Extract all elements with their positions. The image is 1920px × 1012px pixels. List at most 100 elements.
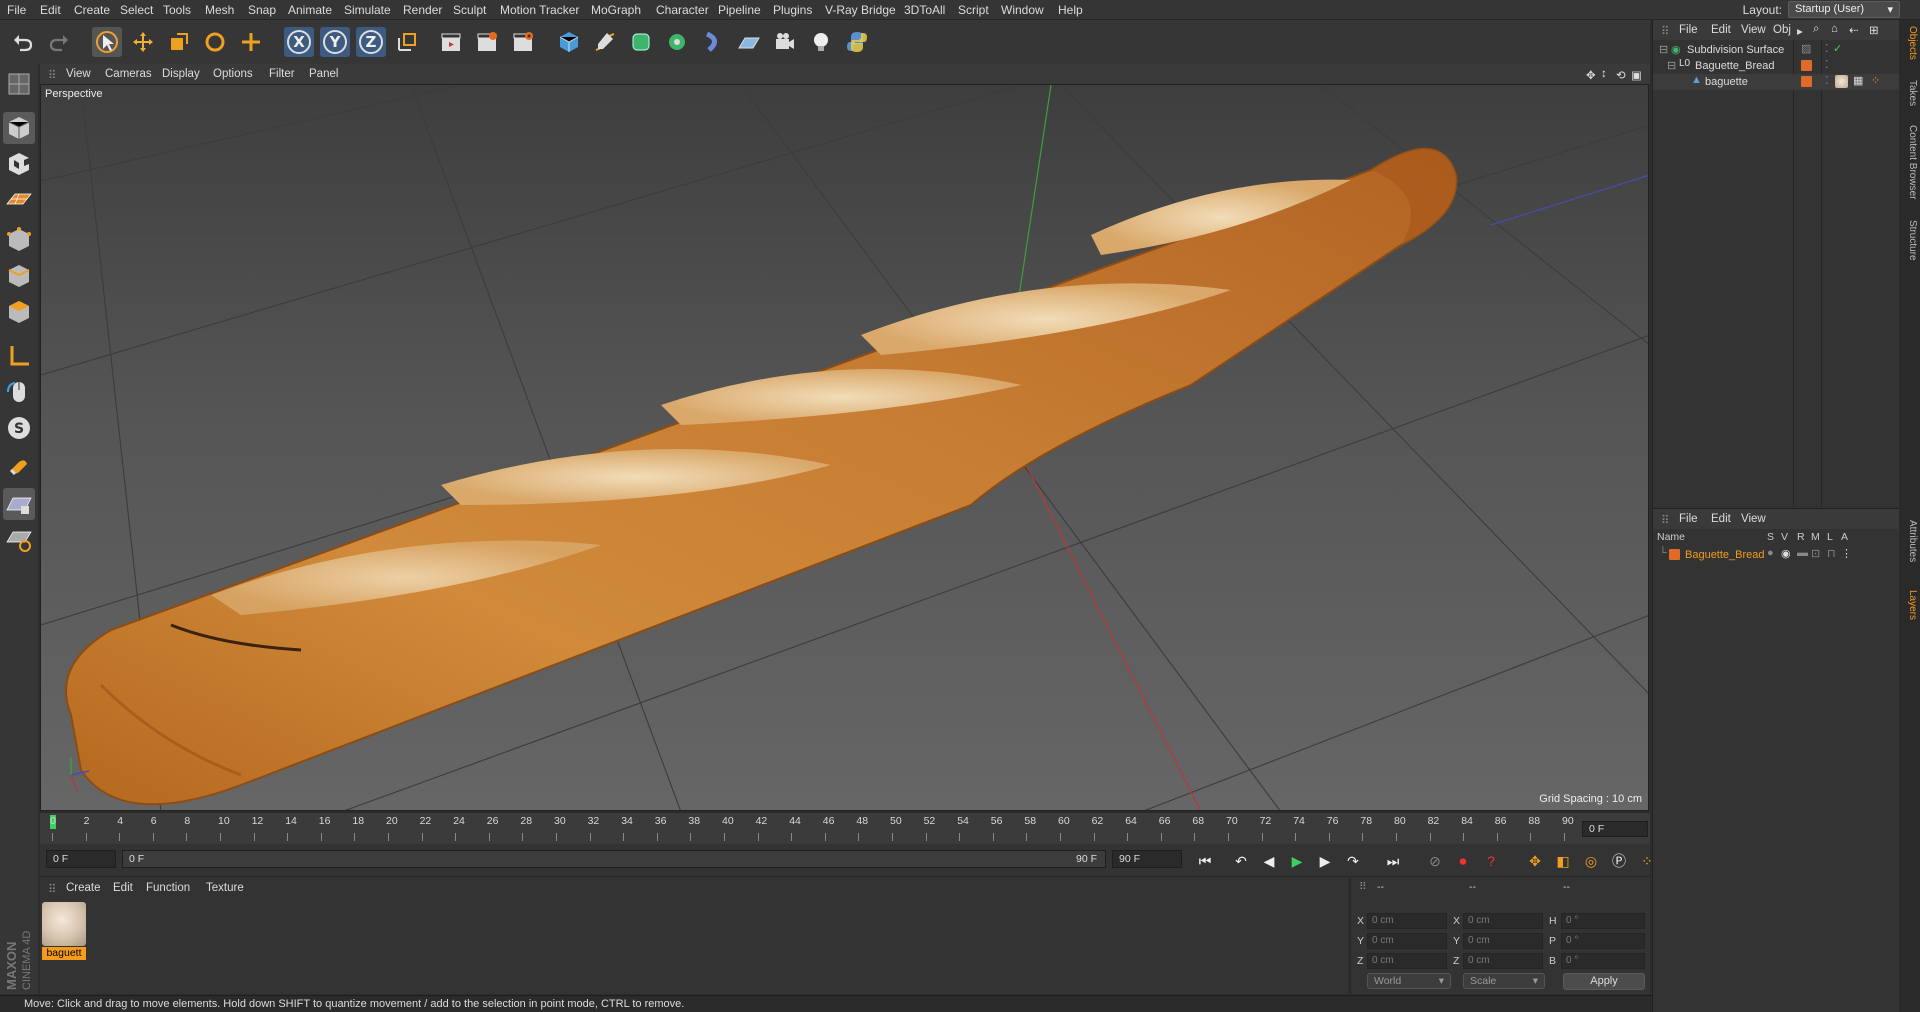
layer-color-swatch[interactable] (1669, 549, 1680, 560)
size-z-field[interactable]: 0 cm (1463, 953, 1543, 969)
layer-menu-view[interactable]: View (1741, 513, 1766, 525)
object-menu-edit[interactable]: Edit (1711, 24, 1731, 36)
viewport-menu-options[interactable]: Options (213, 68, 253, 80)
object-menu-obj[interactable]: Obj (1773, 24, 1791, 36)
enable-snapping-button[interactable] (3, 452, 35, 484)
maximize-view-icon[interactable]: ▣ (1631, 68, 1642, 82)
menu-help[interactable]: Help (1058, 3, 1083, 17)
render-clapper-icon[interactable]: ▬ (1797, 547, 1808, 559)
menu-tools[interactable]: Tools (163, 3, 191, 17)
material-thumbnail[interactable] (42, 902, 86, 946)
tweak-mode-button[interactable] (3, 376, 35, 408)
menu-vray-bridge[interactable]: V-Ray Bridge (825, 3, 896, 17)
menu-animate[interactable]: Animate (288, 3, 332, 17)
light-button[interactable] (806, 27, 836, 57)
scale-tool-button[interactable] (164, 27, 194, 57)
viewport-menu-filter[interactable]: Filter (269, 68, 295, 80)
current-frame-field[interactable]: 0 F (1582, 821, 1648, 837)
model-mode-button[interactable] (3, 112, 35, 144)
autokeying-button[interactable]: ⏺ (1452, 850, 1474, 872)
x-axis-lock-button[interactable]: X (284, 27, 314, 57)
pos-z-field[interactable]: 0 cm (1367, 953, 1447, 969)
record-scale-button[interactable]: ◧ (1552, 850, 1574, 872)
coordinate-mode-dropdown[interactable]: World ▾ (1367, 973, 1451, 989)
new-window-icon[interactable]: ⊞ (1869, 23, 1879, 37)
go-to-start-button[interactable]: ⏮ (1194, 850, 1216, 872)
menu-character[interactable]: Character (656, 3, 709, 17)
menu-arrow-icon[interactable]: ▸ (1797, 24, 1803, 38)
uvw-tag-icon[interactable]: ▦ (1853, 74, 1863, 87)
viewport-menu-display[interactable]: Display (162, 68, 200, 80)
timeline-ruler[interactable]: 0 2 4 6 8 10 12 14 16 18 20 22 24 26 28 30 32 34 36 38 40 42 4… (40, 812, 1650, 844)
locked-workplane-button[interactable] (3, 488, 35, 520)
menu-snap[interactable]: Snap (248, 3, 276, 17)
deformer-button[interactable] (698, 27, 728, 57)
tab-layers[interactable]: Layers (1902, 590, 1918, 620)
points-mode-button[interactable] (3, 224, 35, 256)
menu-create[interactable]: Create (74, 3, 110, 17)
size-x-field[interactable]: 0 cm (1463, 913, 1543, 929)
object-menu-view[interactable]: View (1741, 24, 1766, 36)
collapse-icon[interactable]: ⊟ (1659, 43, 1668, 56)
rot-h-field[interactable]: 0 ° (1561, 913, 1645, 929)
previous-frame-button[interactable]: ◀ (1258, 850, 1280, 872)
live-selection-button[interactable] (92, 27, 122, 57)
menu-select[interactable]: Select (120, 3, 153, 17)
keyframe-selection-button[interactable]: ? (1480, 850, 1502, 872)
menu-script[interactable]: Script (958, 3, 989, 17)
menu-simulate[interactable]: Simulate (344, 3, 391, 17)
edges-mode-button[interactable] (3, 260, 35, 292)
next-frame-button[interactable]: ▶ (1314, 850, 1336, 872)
menu-mesh[interactable]: Mesh (205, 3, 234, 17)
cloner-button[interactable] (662, 27, 692, 57)
y-axis-lock-button[interactable]: Y (320, 27, 350, 57)
visibility-dots-icon[interactable]: ⁚ (1825, 58, 1829, 71)
coordinate-system-button[interactable] (392, 27, 422, 57)
visibility-dots-icon[interactable]: ⁚ (1825, 74, 1829, 87)
search-icon[interactable]: ⌕ (1813, 23, 1819, 36)
render-picture-viewer-button[interactable] (472, 27, 502, 57)
cube-object-button[interactable] (554, 27, 584, 57)
layer-menu-edit[interactable]: Edit (1711, 513, 1731, 525)
collapse-icon[interactable]: ⊟ (1667, 59, 1676, 72)
tab-content-browser[interactable]: Content Browser (1902, 125, 1918, 199)
eye-icon[interactable]: ◉ (1781, 547, 1791, 560)
subdivision-surface-button[interactable] (626, 27, 656, 57)
next-key-button[interactable]: ↷ (1342, 850, 1364, 872)
baguette-model[interactable] (65, 147, 1458, 806)
rot-b-field[interactable]: 0 ° (1561, 953, 1645, 969)
material-menu-function[interactable]: Function (146, 882, 190, 894)
menu-3dtoall[interactable]: 3DToAll (904, 3, 945, 17)
planar-workplane-button[interactable] (3, 524, 35, 556)
play-button[interactable]: ▶ (1286, 850, 1308, 872)
solo-dot-icon[interactable]: ● (1767, 547, 1774, 559)
menu-mograph[interactable]: MoGraph (591, 3, 641, 17)
home-icon[interactable]: ⌂ (1831, 23, 1838, 35)
snap-button[interactable]: S (3, 412, 35, 444)
material-menu-texture[interactable]: Texture (206, 882, 244, 894)
material-menu-edit[interactable]: Edit (113, 882, 133, 894)
layer-color-swatch[interactable] (1801, 60, 1812, 71)
layer-color-swatch[interactable] (1801, 76, 1812, 87)
arrow-icon[interactable]: ⇠ (1849, 23, 1859, 37)
undo-button[interactable] (8, 27, 38, 57)
python-script-button[interactable] (842, 27, 872, 57)
perspective-viewport[interactable]: Perspective Grid Spacing : 10 cm (40, 84, 1649, 811)
menu-edit[interactable]: Edit (40, 3, 61, 17)
rotate-view-icon[interactable]: ⟲ (1616, 68, 1626, 82)
workplane-button[interactable] (3, 184, 35, 216)
material-menu-create[interactable]: Create (66, 882, 101, 894)
pos-x-field[interactable]: 0 cm (1367, 913, 1447, 929)
polygons-mode-button[interactable] (3, 296, 35, 328)
menu-plugins[interactable]: Plugins (773, 3, 812, 17)
menu-motion-tracker[interactable]: Motion Tracker (500, 3, 579, 17)
menu-pipeline[interactable]: Pipeline (718, 3, 761, 17)
viewport-menu-cameras[interactable]: Cameras (105, 68, 152, 80)
tab-structure[interactable]: Structure (1902, 220, 1918, 261)
manager-icon[interactable]: ⊡ (1811, 547, 1820, 560)
rotate-tool-button[interactable] (200, 27, 230, 57)
previous-key-button[interactable]: ↶ (1230, 850, 1252, 872)
axis-mode-button[interactable] (3, 340, 35, 372)
layout-dropdown[interactable]: Startup (User) ▾ (1788, 1, 1900, 18)
enabled-check-icon[interactable]: ✓ (1833, 42, 1842, 55)
